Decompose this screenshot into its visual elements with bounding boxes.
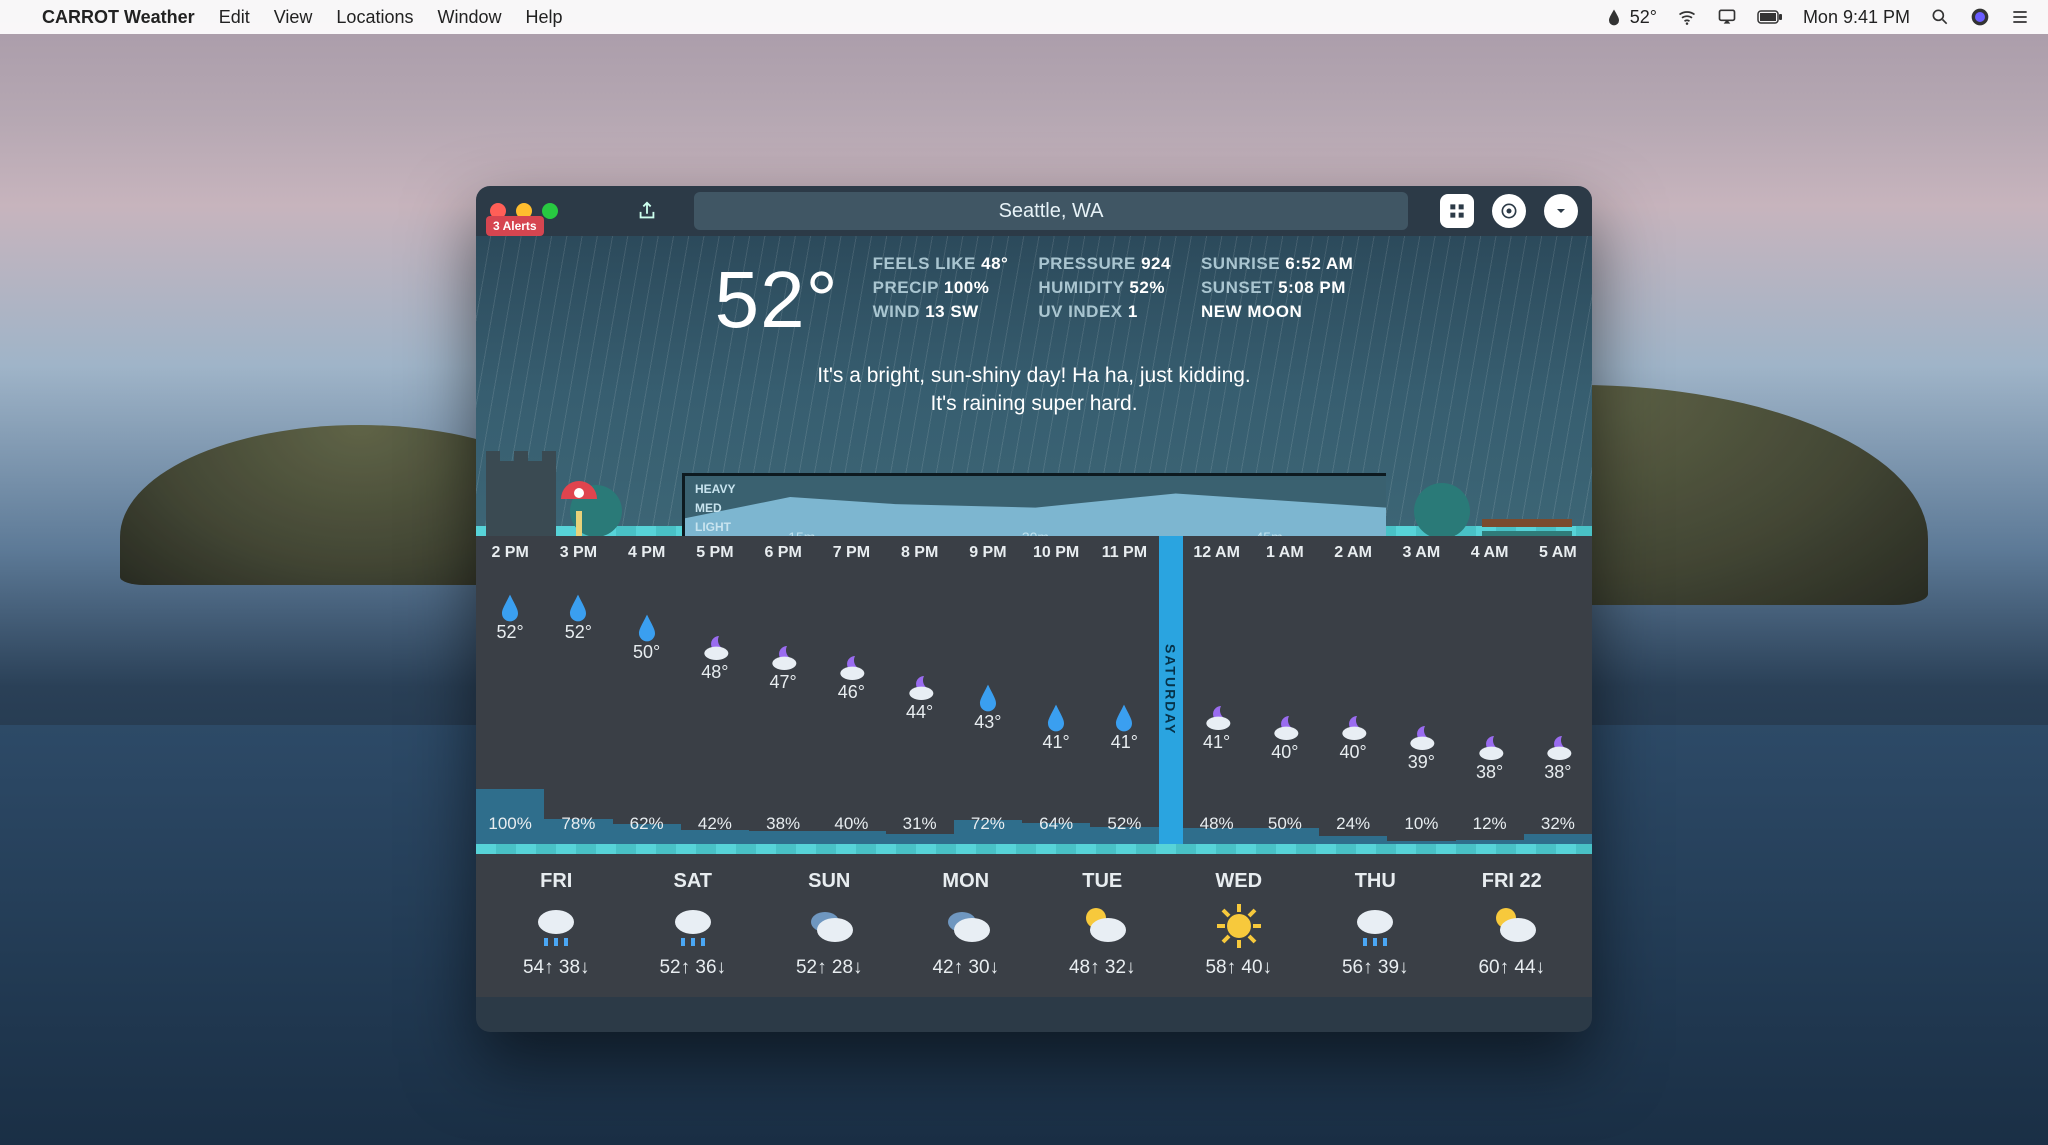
control-center-icon[interactable] (2010, 7, 2030, 27)
hour-col[interactable]: 6 PM 47° 38% (749, 536, 817, 844)
drop-icon (494, 592, 526, 624)
night-cloud-icon (767, 642, 799, 674)
night-cloud-icon (1405, 722, 1437, 754)
drop-icon (1604, 7, 1624, 27)
drop-icon (562, 592, 594, 624)
drop-icon (972, 682, 1004, 714)
day-divider: SATURDAY (1159, 536, 1183, 844)
hour-col[interactable]: 3 PM 52° 78% (544, 536, 612, 844)
forecast-mode-button[interactable] (1440, 194, 1474, 228)
sun-cloud-icon (1034, 903, 1171, 949)
hour-col[interactable]: 4 PM 50° 62% (613, 536, 681, 844)
location-search[interactable]: Seattle, WA (694, 192, 1408, 230)
daily-forecast[interactable]: FRI 54 38 SAT 52 36 SUN 52 28 MON 42 30 … (476, 854, 1592, 997)
day-col[interactable]: SUN 52 28 (761, 870, 898, 979)
partly-cloudy-icon (898, 903, 1035, 949)
share-button[interactable] (632, 196, 662, 226)
day-col[interactable]: MON 42 30 (898, 870, 1035, 979)
hour-col[interactable]: 3 AM 39° 10% (1387, 536, 1455, 844)
night-cloud-icon (699, 632, 731, 664)
titlebar: 3 Alerts Seattle, WA (476, 186, 1592, 236)
hour-col[interactable]: 5 PM 48° 42% (681, 536, 749, 844)
hour-col[interactable]: 4 AM 38° 12% (1456, 536, 1524, 844)
airplay-icon[interactable] (1717, 7, 1737, 27)
menubar-weather[interactable]: 52° (1604, 7, 1657, 28)
night-cloud-icon (1542, 732, 1574, 764)
menu-window[interactable]: Window (437, 7, 501, 28)
night-cloud-icon (1474, 732, 1506, 764)
scene-castle-icon (476, 441, 676, 551)
hour-col[interactable]: 11 PM 41° 52% (1090, 536, 1158, 844)
day-col[interactable]: TUE 48 32 (1034, 870, 1171, 979)
window-maximize[interactable] (542, 203, 558, 219)
drop-icon (631, 612, 663, 644)
hour-col[interactable]: 7 PM 46° 40% (817, 536, 885, 844)
app-menu[interactable]: CARROT Weather (42, 7, 195, 28)
hour-col[interactable]: 2 AM 40° 24% (1319, 536, 1387, 844)
menu-help[interactable]: Help (526, 7, 563, 28)
share-icon (636, 200, 658, 222)
night-cloud-icon (1201, 702, 1233, 734)
grid-icon (1447, 201, 1467, 221)
rain-icon (625, 903, 762, 949)
scene-bench-icon (1392, 441, 1592, 551)
hour-col[interactable]: 2 PM 52° 100% (476, 536, 544, 844)
hour-col[interactable]: 5 AM 38° 32% (1524, 536, 1592, 844)
night-cloud-icon (835, 652, 867, 684)
alerts-badge[interactable]: 3 Alerts (486, 216, 544, 236)
menubar-clock[interactable]: Mon 9:41 PM (1803, 7, 1910, 28)
target-icon (1499, 201, 1519, 221)
target-button[interactable] (1492, 194, 1526, 228)
night-cloud-icon (904, 672, 936, 704)
siri-icon[interactable] (1970, 7, 1990, 27)
sun-cloud-icon (1444, 903, 1581, 949)
rain-icon (1307, 903, 1444, 949)
battery-icon[interactable] (1757, 10, 1783, 24)
menu-edit[interactable]: Edit (219, 7, 250, 28)
hourly-forecast[interactable]: 2 PM 52° 100% 3 PM 52° 78% 4 PM 50° 62% … (476, 536, 1592, 844)
drop-icon (1108, 702, 1140, 734)
sun-icon (1171, 903, 1308, 949)
day-col[interactable]: FRI 22 60 44 (1444, 870, 1581, 979)
hour-col[interactable]: 12 AM 41° 48% (1183, 536, 1251, 844)
hour-col[interactable]: 9 PM 43° 72% (954, 536, 1022, 844)
partly-cloudy-icon (761, 903, 898, 949)
day-col[interactable]: FRI 54 38 (488, 870, 625, 979)
drop-icon (1040, 702, 1072, 734)
dropdown-button[interactable] (1544, 194, 1578, 228)
hour-col[interactable]: 8 PM 44° 31% (886, 536, 954, 844)
night-cloud-icon (1269, 712, 1301, 744)
menu-locations[interactable]: Locations (336, 7, 413, 28)
app-window: 3 Alerts Seattle, WA 52° FEELS LIKE 48° (476, 186, 1592, 1032)
hour-col[interactable]: 1 AM 40° 50% (1251, 536, 1319, 844)
menu-view[interactable]: View (274, 7, 313, 28)
wifi-icon[interactable] (1677, 7, 1697, 27)
rain-icon (488, 903, 625, 949)
day-col[interactable]: WED 58 40 (1171, 870, 1308, 979)
chevron-down-icon (1553, 203, 1569, 219)
current-conditions: 52° FEELS LIKE 48° PRECIP 100% WIND 13 S… (476, 236, 1592, 526)
day-col[interactable]: SAT 52 36 (625, 870, 762, 979)
hour-col[interactable]: 10 PM 41° 64% (1022, 536, 1090, 844)
day-col[interactable]: THU 56 39 (1307, 870, 1444, 979)
mac-menubar: CARROT Weather Edit View Locations Windo… (0, 0, 2048, 34)
spotlight-icon[interactable] (1930, 7, 1950, 27)
night-cloud-icon (1337, 712, 1369, 744)
